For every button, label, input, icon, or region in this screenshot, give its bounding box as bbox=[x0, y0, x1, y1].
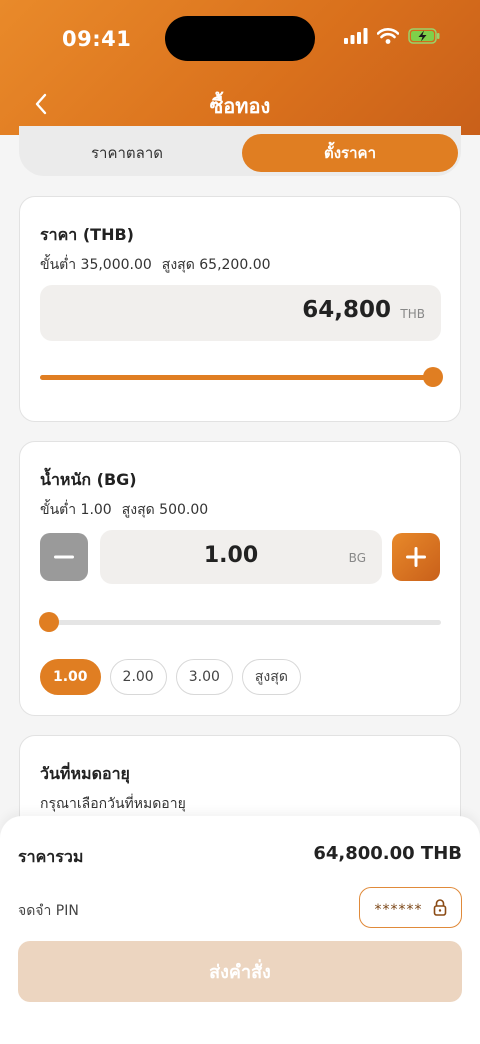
total-label: ราคารวม bbox=[18, 847, 84, 866]
price-card: ราคา (THB) ขั้นต่ำ 35,000.00 สูงสุด 65,20… bbox=[19, 196, 461, 422]
weight-card: น้ำหนัก (BG) ขั้นต่ำ 1.00 สูงสุด 500.00 1… bbox=[19, 441, 461, 716]
expiry-card-subtitle: กรุณาเลือกวันที่หมดอายุ bbox=[40, 796, 186, 812]
price-min-text: ขั้นต่ำ 35,000.00 bbox=[40, 257, 152, 273]
quick-weight-chips: 1.00 2.00 3.00 สูงสุด bbox=[40, 659, 301, 695]
pin-label: จดจำ PIN bbox=[18, 903, 79, 919]
order-summary-sheet: ราคารวม 64,800.00 THB จดจำ PIN ****** ส่… bbox=[0, 816, 480, 1044]
weight-slider[interactable] bbox=[39, 612, 441, 632]
pin-field[interactable]: ****** bbox=[359, 887, 462, 928]
price-slider-fill bbox=[40, 375, 433, 380]
pin-mask: ****** bbox=[374, 901, 423, 918]
status-icons bbox=[344, 28, 440, 44]
weight-slider-thumb[interactable] bbox=[39, 612, 59, 632]
wifi-icon bbox=[377, 28, 399, 44]
page-title: ซื้อทอง bbox=[209, 94, 271, 118]
expiry-card-title: วันที่หมดอายุ bbox=[40, 764, 130, 783]
weight-unit: BG bbox=[348, 551, 366, 565]
signal-icon bbox=[344, 28, 368, 44]
price-card-title: ราคา (THB) bbox=[40, 225, 134, 244]
tab-set-price[interactable]: ตั้งราคา bbox=[242, 134, 458, 172]
price-value: 64,800 bbox=[302, 297, 391, 323]
tab-market-price[interactable]: ราคาตลาด bbox=[19, 134, 235, 172]
weight-value: 1.00 bbox=[203, 543, 259, 568]
minus-icon bbox=[54, 555, 74, 559]
total-value: 64,800.00 THB bbox=[313, 843, 462, 864]
weight-input[interactable]: 1.00 BG bbox=[100, 530, 382, 584]
weight-min-text: ขั้นต่ำ 1.00 bbox=[40, 502, 112, 518]
price-max-text: สูงสุด 65,200.00 bbox=[161, 257, 271, 273]
price-range-text: ขั้นต่ำ 35,000.00 สูงสุด 65,200.00 bbox=[40, 254, 271, 276]
battery-charging-icon bbox=[408, 28, 440, 44]
status-time: 09:41 bbox=[62, 27, 132, 51]
price-slider-thumb[interactable] bbox=[422, 367, 443, 387]
weight-max-text: สูงสุด 500.00 bbox=[121, 502, 209, 518]
chip-weight-1[interactable]: 1.00 bbox=[40, 659, 101, 695]
app-header: 09:41 ซื้อทอง bbox=[0, 0, 480, 135]
price-input[interactable]: 64,800 THB bbox=[40, 285, 441, 341]
weight-card-title: น้ำหนัก (BG) bbox=[40, 470, 137, 489]
chip-weight-max[interactable]: สูงสุด bbox=[241, 659, 301, 695]
increase-button[interactable] bbox=[392, 533, 440, 581]
submit-order-button[interactable]: ส่งคำสั่ง bbox=[18, 941, 462, 1002]
chip-weight-2[interactable]: 2.00 bbox=[109, 659, 167, 695]
lock-icon bbox=[433, 899, 446, 916]
dynamic-island bbox=[165, 16, 315, 61]
order-type-segment: ราคาตลาด ตั้งราคา bbox=[19, 126, 461, 176]
decrease-button[interactable] bbox=[40, 533, 88, 581]
price-slider[interactable] bbox=[40, 367, 443, 387]
chip-weight-3[interactable]: 3.00 bbox=[175, 659, 233, 695]
plus-icon bbox=[406, 547, 426, 567]
weight-range-text: ขั้นต่ำ 1.00 สูงสุด 500.00 bbox=[40, 499, 208, 521]
price-unit: THB bbox=[400, 307, 425, 321]
